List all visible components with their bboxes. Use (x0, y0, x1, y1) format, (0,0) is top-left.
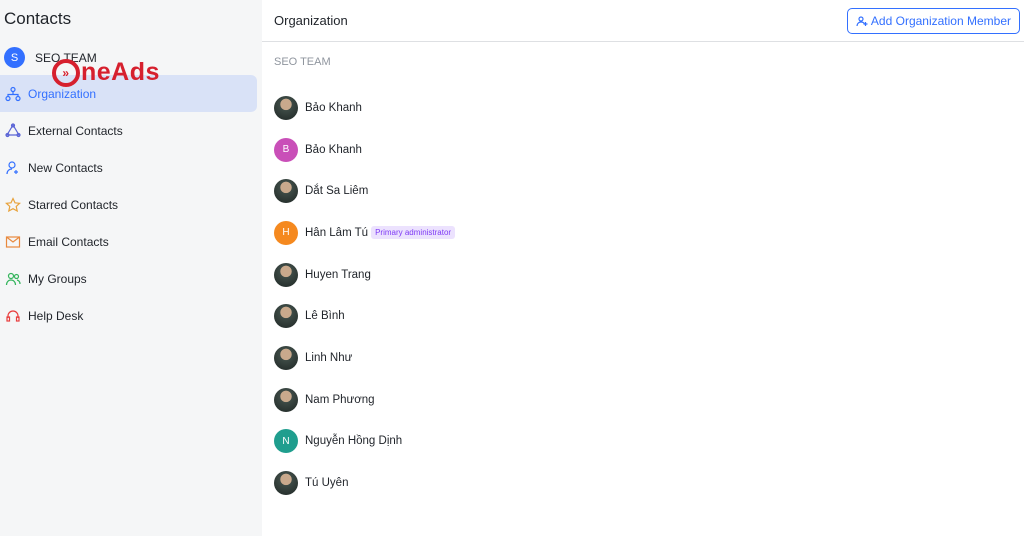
member-row[interactable]: H Hân Lâm Tú Primary administrator (274, 212, 456, 254)
avatar (274, 179, 298, 204)
member-name: Nguyễn Hồng Dịnh (305, 435, 403, 448)
member-name: Huyen Trang (305, 268, 371, 281)
avatar: B (274, 137, 298, 162)
member-list: Bảo Khanh B Bảo Khanh Dắt Sa Liêm H Hân Lâm T… (274, 87, 456, 504)
sidebar-item-starred-contacts[interactable]: Starred Contacts (0, 186, 257, 223)
header: Organization Add Organization Member (262, 0, 1024, 42)
member-row[interactable]: N Nguyễn Hồng Dịnh (274, 421, 455, 463)
member-name: Bảo Khanh (305, 101, 362, 114)
member-name: Lê Bình (305, 310, 345, 323)
org-icon (5, 86, 21, 101)
avatar (274, 471, 298, 496)
member-name: Tú Uyên (305, 477, 349, 490)
primary-admin-badge: Primary administrator (371, 226, 456, 240)
sidebar-title: Contacts (4, 9, 72, 28)
page-title: Organization (274, 13, 348, 28)
member-name: Dắt Sa Liêm (305, 185, 369, 198)
sidebar-item-label: Starred Contacts (28, 197, 119, 212)
avatar (274, 304, 298, 329)
main-panel: Organization Add Organization Member SEO… (262, 0, 1024, 536)
member-name: Hân Lâm Tú (305, 226, 369, 239)
sidebar-item-label: Help Desk (28, 308, 84, 323)
sidebar-item-label: Organization (28, 86, 97, 101)
add-organization-member-button[interactable]: Add Organization Member (846, 7, 1020, 34)
sidebar-item-external-contacts[interactable]: External Contacts (0, 112, 257, 149)
team-avatar: S (4, 47, 25, 68)
external-contacts-icon (5, 122, 21, 137)
member-row[interactable]: Tú Uyên (274, 462, 455, 504)
sidebar-item-label: Email Contacts (28, 234, 109, 249)
sidebar-item-my-groups[interactable]: My Groups (0, 260, 257, 297)
avatar (274, 95, 298, 120)
member-name: Nam Phương (305, 393, 375, 406)
avatar (274, 345, 298, 370)
sidebar-item-help-desk[interactable]: Help Desk (0, 297, 257, 334)
avatar (274, 262, 298, 287)
user-plus-icon (6, 160, 18, 174)
sidebar-item-new-contacts[interactable]: New Contacts (0, 149, 257, 186)
section-title: SEO TEAM (274, 56, 331, 68)
member-row[interactable]: Lê Bình (274, 295, 455, 337)
member-row[interactable]: Linh Như (274, 337, 455, 379)
add-member-icon (856, 15, 868, 26)
email-icon (5, 235, 21, 248)
avatar: N (274, 429, 298, 454)
member-row[interactable]: Nam Phương (274, 379, 455, 421)
headset-icon (6, 309, 20, 322)
group-icon (5, 272, 21, 285)
member-name: Linh Như (305, 351, 353, 364)
member-name: Bảo Khanh (305, 143, 362, 156)
avatar: H (274, 220, 298, 245)
avatar (274, 387, 298, 412)
star-icon (5, 196, 21, 212)
oneads-watermark-logo: » neAds (52, 58, 160, 87)
sidebar-item-label: External Contacts (28, 123, 123, 138)
sidebar-item-email-contacts[interactable]: Email Contacts (0, 223, 257, 260)
sidebar-item-label: New Contacts (28, 160, 103, 175)
member-row[interactable]: B Bảo Khanh (274, 129, 455, 171)
sidebar-nav: Organization External Contacts New Contact… (0, 75, 257, 334)
member-row[interactable]: Huyen Trang (274, 254, 455, 296)
member-row[interactable]: Dắt Sa Liêm (274, 170, 455, 212)
sidebar-item-label: My Groups (28, 271, 87, 286)
member-row[interactable]: Bảo Khanh (274, 87, 455, 129)
